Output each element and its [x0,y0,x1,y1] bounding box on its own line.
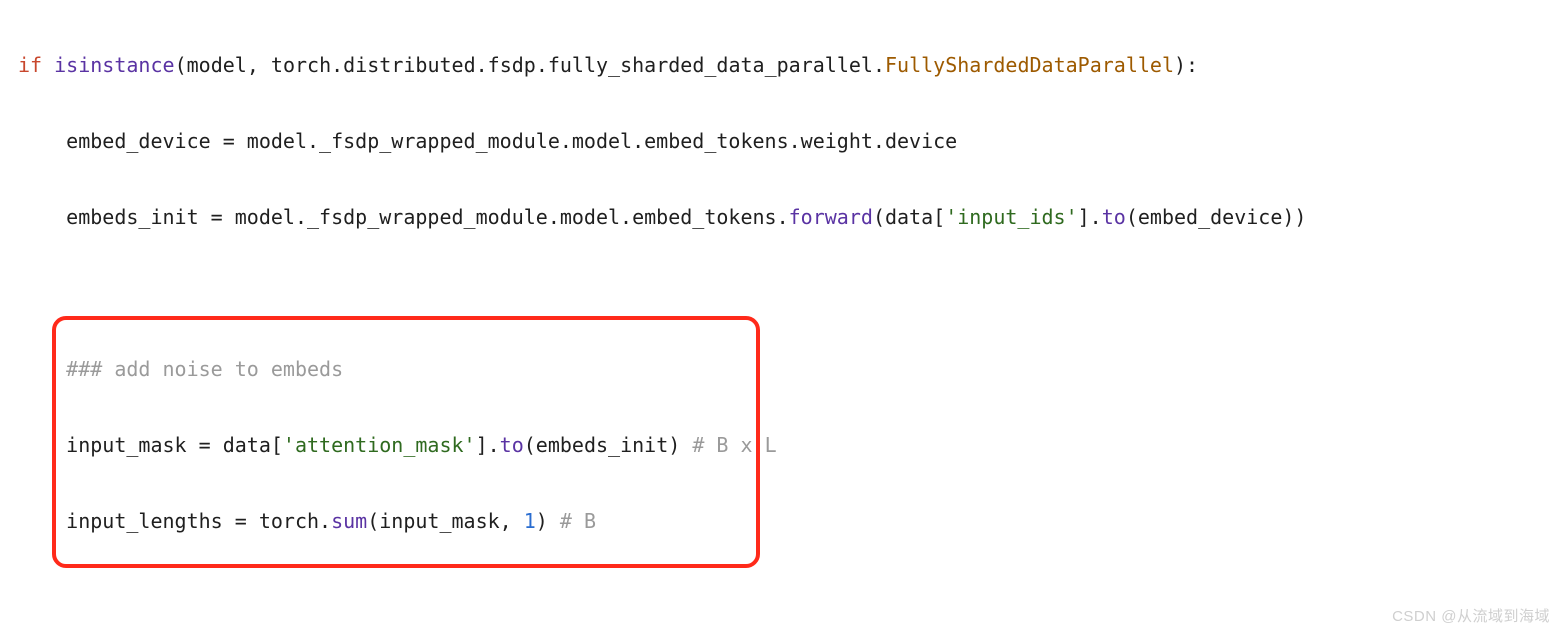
code-line-5: ### add noise to embeds [18,350,1542,388]
code-line-6: input_mask = data['attention_mask'].to(e… [18,426,1542,464]
code-block: if isinstance(model, torch.distributed.f… [0,0,1560,640]
fn-isinstance: isinstance [54,53,174,77]
watermark: CSDN @从流域到海域 [1392,598,1550,636]
keyword-if: if [18,53,42,77]
code-line-1: if isinstance(model, torch.distributed.f… [18,46,1542,84]
comment: ### add noise to embeds [66,357,343,381]
class-fsdp: FullyShardedDataParallel [885,53,1174,77]
code-line-3: embeds_init = model._fsdp_wrapped_module… [18,198,1542,236]
code-line-2: embed_device = model._fsdp_wrapped_modul… [18,122,1542,160]
code-line-4 [18,274,1542,312]
code-line-8 [18,578,1542,616]
code-line-7: input_lengths = torch.sum(input_mask, 1)… [18,502,1542,540]
